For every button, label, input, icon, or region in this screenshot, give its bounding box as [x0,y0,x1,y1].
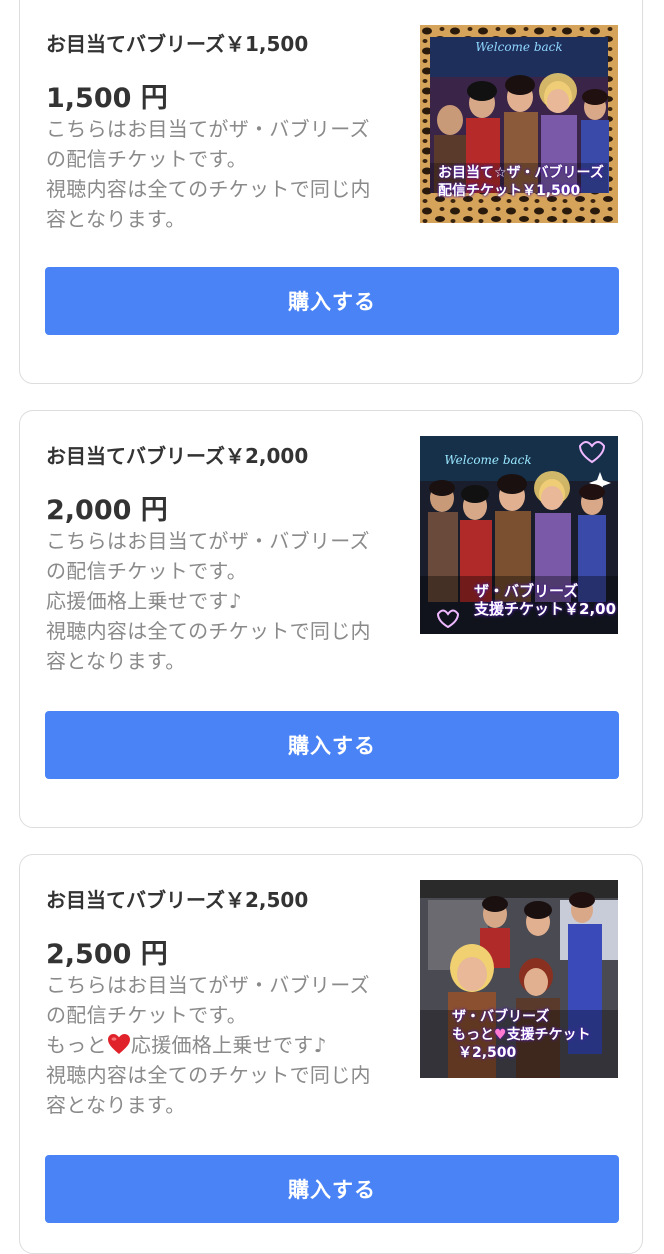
description-line: 視聴内容は全てのチケットで同じ内 [46,619,371,643]
description-line: こちらはお目当てがザ・バブリーズ [46,529,370,553]
ticket-description: こちらはお目当てがザ・バブリーズ の配信チケットです。 視聴内容は全てのチケット… [46,114,396,234]
purchase-button[interactable]: 購入する [45,711,619,779]
description-line: 視聴内容は全てのチケットで同じ内 [46,1063,371,1087]
purchase-button[interactable]: 購入する [45,1155,619,1223]
ticket-card: お目当てバブリーズ￥2,000 2,000 円 こちらはお目当てがザ・バブリーズ… [19,410,643,828]
ticket-price: 2,500 円 [46,939,168,970]
ticket-card: お目当てバブリーズ￥2,500 2,500 円 こちらはお目当てがザ・バブリーズ… [19,854,643,1254]
description-line: 視聴内容は全てのチケットで同じ内 [46,177,371,201]
image-caption: ザ・バブリーズ 支援チケット￥2,00 [474,582,616,618]
description-line: の配信チケットです。 [46,1003,247,1027]
ticket-title: お目当てバブリーズ￥2,500 [46,888,309,912]
ticket-image: ザ・バブリーズ もっと♥支援チケット ￥2,500 [420,880,618,1078]
ticket-price: 2,000 円 [46,495,168,526]
caption-line: 配信チケット￥1,500 [438,183,581,199]
caption-line: ￥2,500 [458,1045,517,1061]
image-caption: お目当て☆ザ・バブリーズ 配信チケット￥1,500 [438,164,604,200]
heart-icon: ♥ [494,1027,507,1043]
description-line: の配信チケットです。 [46,559,247,583]
caption-line: もっと♥支援チケット [452,1026,591,1044]
ticket-description: こちらはお目当てがザ・バブリーズ の配信チケットです。 もっと 応援価格上乗せです… [46,970,396,1120]
description-line: もっと 応援価格上乗せです♪ [46,1030,396,1060]
description-line: 応援価格上乗せです♪ [46,589,242,613]
svg-text:Welcome back: Welcome back [444,453,531,467]
heart-icon [107,1034,130,1054]
description-text: もっと [46,1033,107,1057]
caption-line: 支援チケット￥2,00 [474,600,617,618]
description-line: こちらはお目当てがザ・バブリーズ [46,973,370,997]
description-line: の配信チケットです。 [46,147,247,171]
ticket-title: お目当てバブリーズ￥2,000 [46,444,309,468]
description-line: 容となります。 [46,1093,186,1117]
description-line: 容となります。 [46,207,186,231]
ticket-price: 1,500 円 [46,83,168,114]
description-line: こちらはお目当てがザ・バブリーズ [46,117,370,141]
caption-line: お目当て☆ザ・バブリーズ [438,165,604,181]
caption-text: 支援チケット [506,1027,591,1043]
description-line: 容となります。 [46,649,186,673]
ticket-title: お目当てバブリーズ￥1,500 [46,32,309,56]
purchase-button[interactable]: 購入する [45,267,619,335]
caption-line: ザ・バブリーズ [452,1009,550,1025]
svg-text:Welcome back: Welcome back [475,40,562,54]
ticket-card: お目当てバブリーズ￥1,500 1,500 円 こちらはお目当てがザ・バブリーズ… [19,0,643,384]
description-text: 応援価格上乗せです♪ [130,1033,327,1057]
ticket-description: こちらはお目当てがザ・バブリーズ の配信チケットです。 応援価格上乗せです♪ 視… [46,526,396,676]
caption-line: ザ・バブリーズ [474,582,579,600]
ticket-image: Welcome back お目当て☆ザ・バブリーズ 配信チケット￥1,500 [420,25,618,223]
caption-text: もっと [452,1027,494,1043]
image-caption: ザ・バブリーズ もっと♥支援チケット ￥2,500 [452,1008,591,1062]
ticket-image: Welcome back ザ・バブリーズ 支援チケット￥2,00 [420,436,618,634]
